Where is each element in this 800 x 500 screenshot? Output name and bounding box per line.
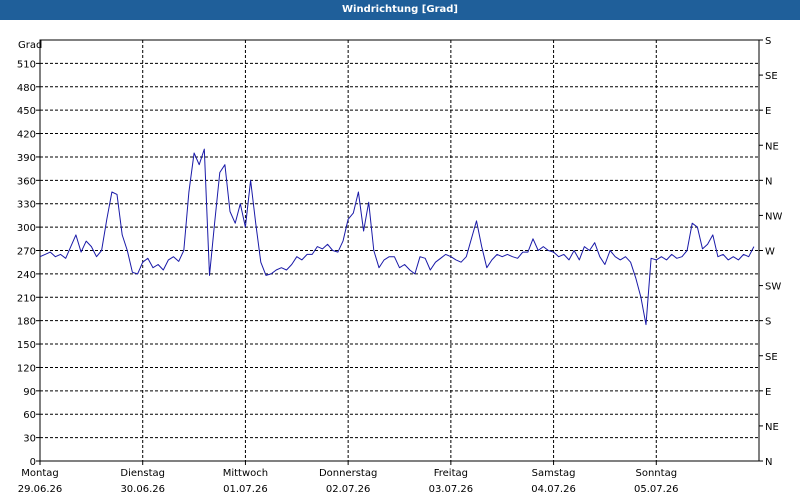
x-tick-day-label: Freitag — [434, 468, 468, 479]
x-axis-ticks: Montag 29.06.26 Dienstag 30.06.26 Mittwoch 01… — [18, 461, 679, 495]
x-tick-day-label: Dienstag — [120, 468, 165, 479]
right-tick-label: S — [765, 36, 771, 47]
y-tick-label: 360 — [17, 176, 36, 187]
y-tick-label: 240 — [17, 270, 36, 281]
right-tick-label: SW — [765, 282, 781, 293]
right-tick-label: N — [765, 457, 772, 468]
y-tick-label: 90 — [23, 387, 36, 398]
y-tick-label: 60 — [23, 410, 36, 421]
y-tick-label: 120 — [17, 363, 36, 374]
right-tick-label: W — [765, 247, 775, 258]
right-tick-label: S — [765, 317, 771, 328]
x-tick-date-label: 03.07.26 — [429, 484, 474, 495]
y-tick-label: 330 — [17, 200, 36, 211]
right-tick-label: E — [765, 106, 771, 117]
y-tick-label: 0 — [30, 457, 36, 468]
x-tick-day-label: Samstag — [532, 468, 576, 479]
y-tick-label: 390 — [17, 153, 36, 164]
x-tick-day-label: Donnerstag — [319, 468, 377, 479]
y-tick-label: 450 — [17, 106, 36, 117]
x-tick-date-label: 02.07.26 — [326, 484, 371, 495]
x-tick-date-label: 05.07.26 — [634, 484, 679, 495]
x-tick-day-label: Sonntag — [636, 468, 678, 479]
x-tick-date-label: 29.06.26 — [18, 484, 63, 495]
y-tick-label: 270 — [17, 247, 36, 258]
y-tick-label: 300 — [17, 223, 36, 234]
y-tick-label: 510 — [17, 59, 36, 70]
right-tick-label: N — [765, 176, 772, 187]
y-tick-label: 420 — [17, 130, 36, 141]
x-tick-date-label: 01.07.26 — [223, 484, 268, 495]
y-tick-label: 30 — [23, 434, 36, 445]
right-axis-ticks: N NE E SE S SW W NW N NE E SE S — [759, 36, 782, 468]
x-tick-date-label: 30.06.26 — [120, 484, 165, 495]
right-tick-label: NW — [765, 211, 782, 222]
y-tick-label: 210 — [17, 293, 36, 304]
y-tick-label: 480 — [17, 83, 36, 94]
right-tick-label: SE — [765, 352, 778, 363]
y-axis-ticks: 0 30 60 90 120 150 180 210 240 270 300 330 360 390 420… — [17, 59, 40, 468]
y-tick-label: 180 — [17, 317, 36, 328]
y-axis-label: Grad — [18, 40, 42, 51]
right-tick-label: SE — [765, 71, 778, 82]
wind-direction-chart: 0 30 60 90 120 150 180 210 240 270 300 330 360 390 420… — [17, 36, 783, 495]
x-tick-day-label: Mittwoch — [223, 468, 268, 479]
x-tick-date-label: 04.07.26 — [531, 484, 576, 495]
y-tick-label: 150 — [17, 340, 36, 351]
right-tick-label: NE — [765, 422, 779, 433]
right-tick-label: E — [765, 387, 771, 398]
x-tick-day-label: Montag — [21, 468, 58, 479]
right-tick-label: NE — [765, 141, 779, 152]
